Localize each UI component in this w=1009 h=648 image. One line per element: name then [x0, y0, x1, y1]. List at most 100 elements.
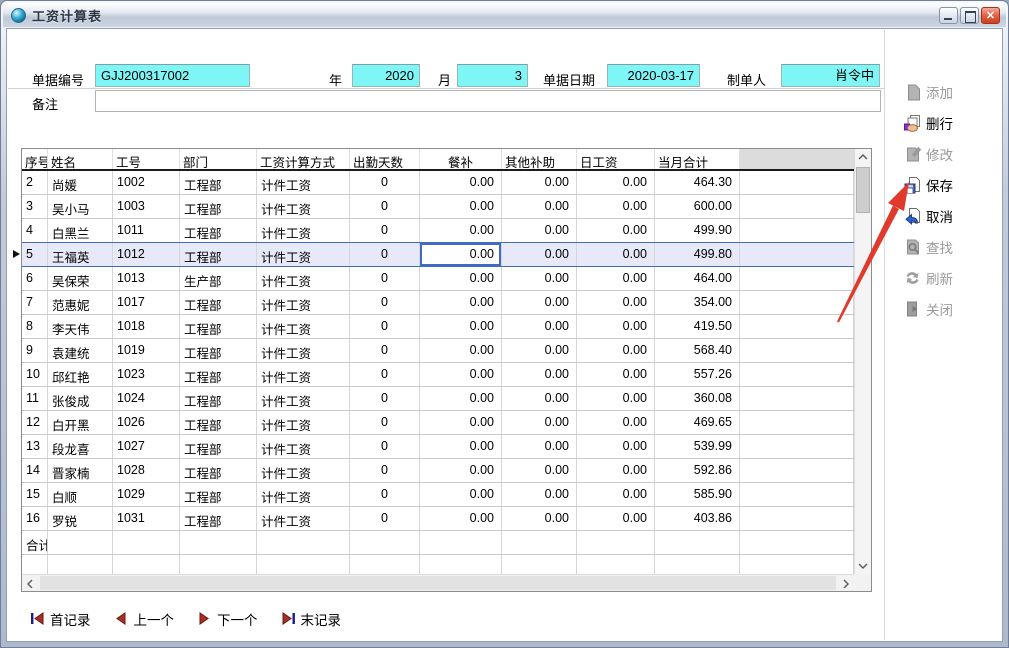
table-cell[interactable]: 1011 — [113, 219, 180, 242]
table-cell[interactable]: 557.26 — [655, 363, 740, 386]
table-cell[interactable]: 工程部 — [180, 291, 257, 314]
table-cell[interactable]: 0.00 — [577, 195, 655, 218]
table-cell[interactable]: 354.00 — [655, 291, 740, 314]
table-cell[interactable] — [577, 531, 655, 554]
table-cell[interactable]: 0.00 — [577, 219, 655, 242]
action-button-save[interactable]: 保存 — [903, 175, 953, 194]
table-cell[interactable]: 1023 — [113, 363, 180, 386]
table-cell[interactable]: 464.00 — [655, 267, 740, 290]
table-cell[interactable]: 0 — [350, 339, 420, 362]
table-row[interactable]: 11张俊成1024工程部计件工资00.000.000.00360.08 — [22, 387, 854, 411]
table-cell[interactable] — [740, 555, 854, 574]
table-cell[interactable]: 工程部 — [180, 339, 257, 362]
table-cell[interactable]: 0.00 — [502, 171, 577, 194]
action-button-find[interactable]: 查找 — [903, 237, 953, 256]
table-cell[interactable]: 吴小马 — [48, 195, 113, 218]
table-cell[interactable]: 0.00 — [502, 411, 577, 434]
table-cell[interactable] — [113, 555, 180, 574]
table-cell[interactable]: 11 — [22, 387, 48, 410]
table-cell[interactable]: 0 — [350, 411, 420, 434]
table-cell[interactable]: 403.86 — [655, 507, 740, 530]
table-cell[interactable] — [740, 171, 854, 194]
title-bar[interactable]: 工资计算表 — [3, 3, 1006, 27]
table-cell[interactable]: 0.00 — [502, 459, 577, 482]
table-cell[interactable]: 0.00 — [577, 435, 655, 458]
table-cell[interactable]: 段龙喜 — [48, 435, 113, 458]
table-cell[interactable]: 0.00 — [502, 363, 577, 386]
table-cell[interactable]: 1002 — [113, 171, 180, 194]
table-cell[interactable]: 0 — [350, 171, 420, 194]
table-cell[interactable]: 工程部 — [180, 171, 257, 194]
month-field[interactable]: 3 — [457, 64, 528, 87]
table-cell[interactable]: 工程部 — [180, 435, 257, 458]
table-cell[interactable]: 0.00 — [502, 291, 577, 314]
table-row[interactable]: 2尚媛1002工程部计件工资00.000.000.00464.30 — [22, 171, 854, 195]
table-cell[interactable]: 0.00 — [502, 219, 577, 242]
table-cell[interactable]: 工程部 — [180, 507, 257, 530]
table-cell[interactable]: 吴保荣 — [48, 267, 113, 290]
table-cell[interactable]: 0.00 — [420, 387, 502, 410]
active-cell[interactable]: 0.00 — [420, 243, 502, 266]
table-cell[interactable]: 0.00 — [420, 291, 502, 314]
table-cell[interactable]: 工程部 — [180, 243, 257, 266]
table-cell[interactable]: 1012 — [113, 243, 180, 266]
table-cell[interactable]: 工程部 — [180, 387, 257, 410]
table-cell[interactable]: 0.00 — [502, 483, 577, 506]
table-row[interactable]: 3吴小马1003工程部计件工资00.000.000.00600.00 — [22, 195, 854, 219]
table-cell[interactable] — [740, 195, 854, 218]
vertical-scrollbar[interactable] — [854, 149, 871, 574]
table-cell[interactable]: 0 — [350, 459, 420, 482]
table-cell[interactable] — [577, 555, 655, 574]
table-cell[interactable] — [740, 387, 854, 410]
table-cell[interactable]: 0.00 — [502, 435, 577, 458]
table-cell[interactable]: 工程部 — [180, 483, 257, 506]
table-cell[interactable]: 0.00 — [577, 243, 655, 266]
table-row[interactable]: 16罗锐1031工程部计件工资00.000.000.00403.86 — [22, 507, 854, 531]
table-cell[interactable] — [740, 267, 854, 290]
horizontal-scrollbar[interactable] — [22, 574, 854, 591]
table-cell[interactable]: 13 — [22, 435, 48, 458]
table-cell[interactable] — [655, 555, 740, 574]
table-cell[interactable]: 0.00 — [420, 483, 502, 506]
table-cell[interactable] — [740, 291, 854, 314]
table-cell[interactable] — [740, 339, 854, 362]
table-cell[interactable]: 0.00 — [420, 435, 502, 458]
action-button-cancel[interactable]: 取消 — [903, 206, 953, 225]
table-cell[interactable]: 1003 — [113, 195, 180, 218]
table-cell[interactable]: 0.00 — [502, 195, 577, 218]
table-cell[interactable]: 计件工资 — [257, 363, 350, 386]
table-cell[interactable]: 0.00 — [502, 507, 577, 530]
table-cell[interactable]: 0 — [350, 195, 420, 218]
table-cell[interactable] — [740, 219, 854, 242]
table-cell[interactable]: 0.00 — [577, 507, 655, 530]
table-cell[interactable]: 12 — [22, 411, 48, 434]
table-cell[interactable]: 工程部 — [180, 459, 257, 482]
table-cell[interactable] — [22, 555, 48, 574]
table-cell[interactable]: 499.80 — [655, 243, 740, 266]
table-cell[interactable]: 9 — [22, 339, 48, 362]
table-cell[interactable]: 尚媛 — [48, 171, 113, 194]
table-cell[interactable]: 张俊成 — [48, 387, 113, 410]
table-cell[interactable]: 计件工资 — [257, 243, 350, 266]
table-cell[interactable]: 0.00 — [420, 411, 502, 434]
table-cell[interactable] — [180, 531, 257, 554]
table-cell[interactable]: 4 — [22, 219, 48, 242]
table-cell[interactable]: 0 — [350, 267, 420, 290]
table-cell[interactable]: 0.00 — [420, 339, 502, 362]
table-cell[interactable]: 计件工资 — [257, 483, 350, 506]
table-cell[interactable]: 568.40 — [655, 339, 740, 362]
table-cell[interactable] — [740, 411, 854, 434]
table-cell[interactable]: 10 — [22, 363, 48, 386]
table-cell[interactable]: 工程部 — [180, 411, 257, 434]
table-cell[interactable]: 585.90 — [655, 483, 740, 506]
maximize-button[interactable] — [960, 7, 979, 24]
table-row[interactable]: 6吴保荣1013生产部计件工资00.000.000.00464.00 — [22, 267, 854, 291]
table-cell[interactable] — [420, 531, 502, 554]
table-cell[interactable] — [655, 531, 740, 554]
table-cell[interactable] — [180, 555, 257, 574]
table-cell[interactable]: 469.65 — [655, 411, 740, 434]
table-cell[interactable] — [740, 315, 854, 338]
recnav-last-record[interactable]: 末记录 — [281, 609, 342, 629]
table-cell[interactable]: 计件工资 — [257, 459, 350, 482]
table-cell[interactable]: 0.00 — [577, 291, 655, 314]
